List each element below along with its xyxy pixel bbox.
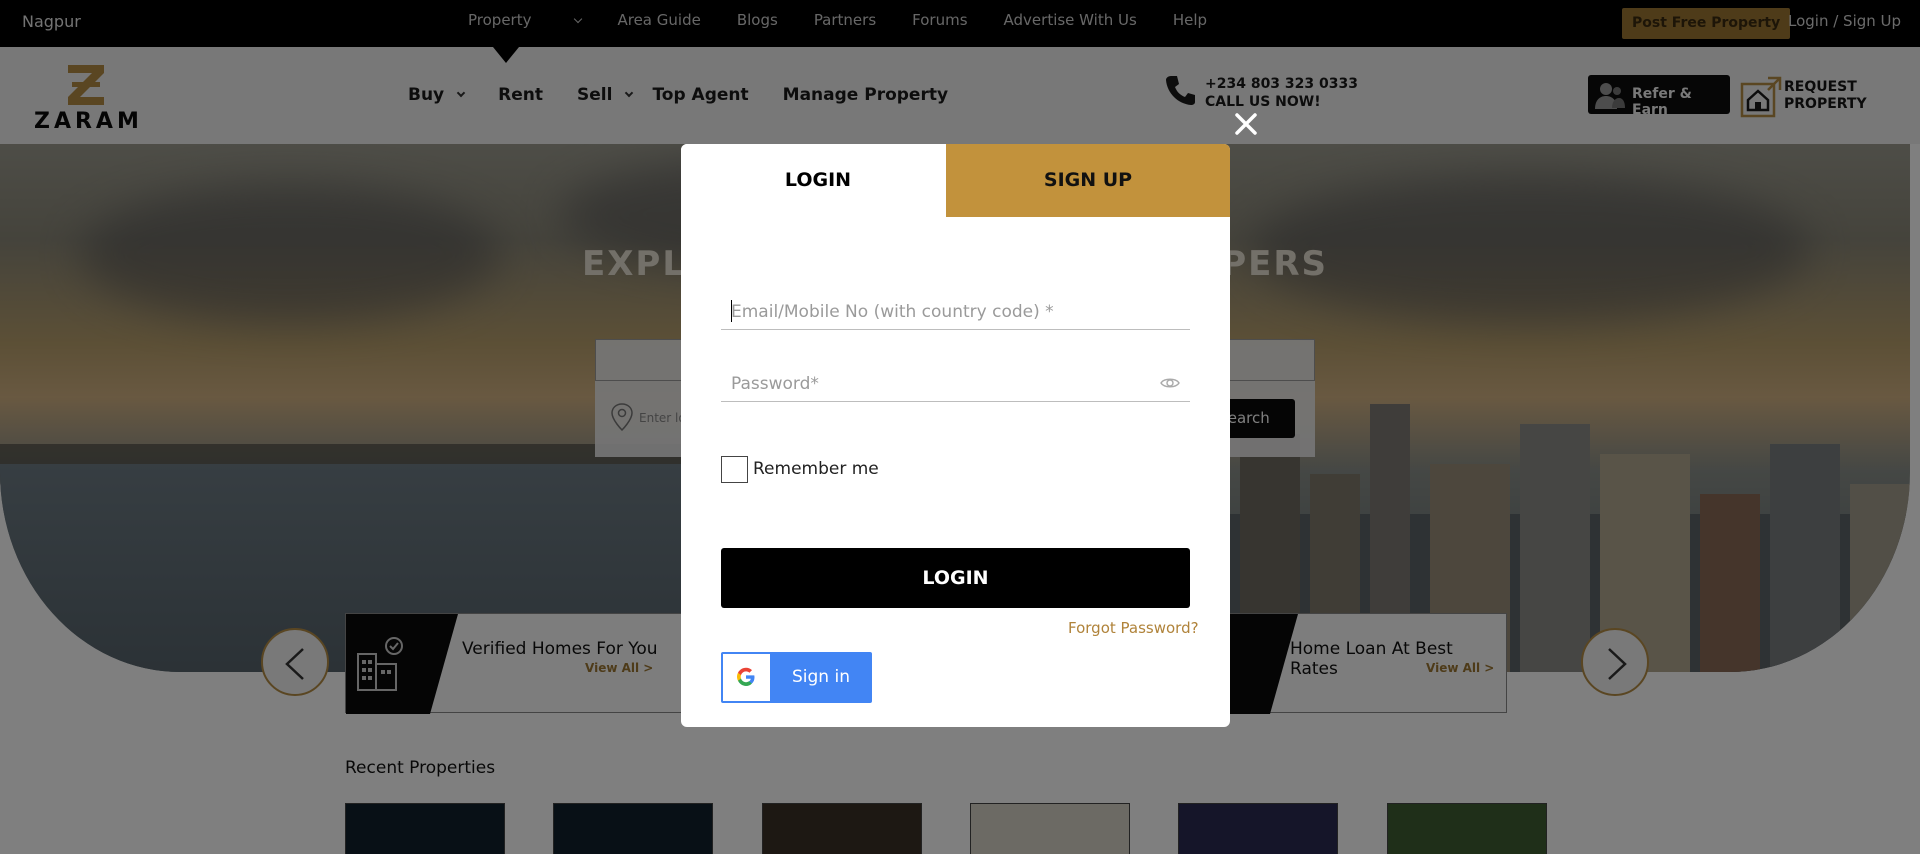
google-logo-box xyxy=(723,654,770,701)
login-modal: LOGIN SIGN UP Email/Mobile No (with coun… xyxy=(681,144,1230,727)
login-submit-button[interactable]: LOGIN xyxy=(721,548,1190,608)
email-mobile-input[interactable]: Email/Mobile No (with country code) * xyxy=(721,290,1190,330)
text-cursor xyxy=(731,300,732,322)
close-icon[interactable] xyxy=(1233,111,1259,137)
password-placeholder: Password* xyxy=(731,374,819,394)
password-input[interactable]: Password* xyxy=(721,362,1190,402)
eye-icon[interactable] xyxy=(1160,376,1180,390)
tab-signup[interactable]: SIGN UP xyxy=(946,144,1230,217)
remember-me-checkbox[interactable] xyxy=(721,456,748,483)
forgot-password-link[interactable]: Forgot Password? xyxy=(1068,619,1199,637)
tab-login[interactable]: LOGIN xyxy=(681,144,955,217)
remember-me-label[interactable]: Remember me xyxy=(753,459,879,479)
email-placeholder: Email/Mobile No (with country code) * xyxy=(731,302,1054,322)
google-g-icon xyxy=(737,667,755,686)
google-signin-button[interactable]: Sign in xyxy=(721,652,872,703)
google-signin-label: Sign in xyxy=(792,667,850,687)
